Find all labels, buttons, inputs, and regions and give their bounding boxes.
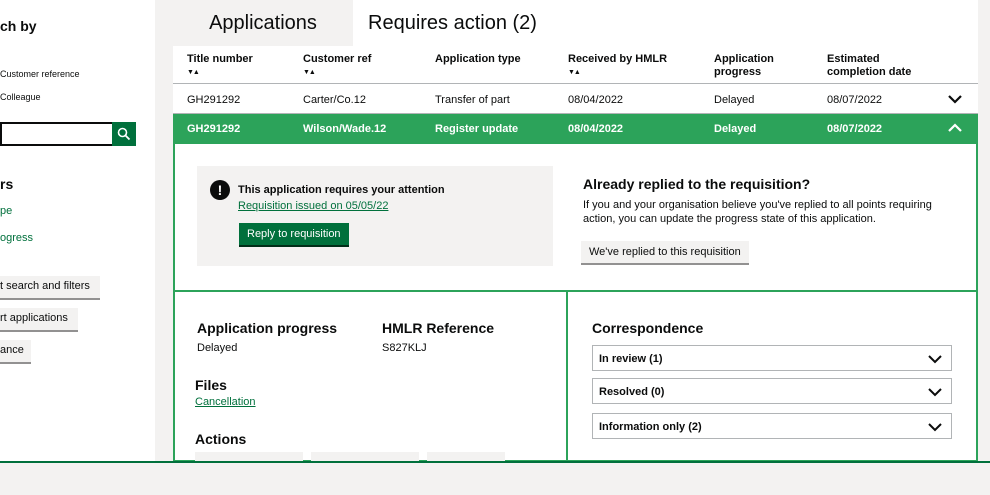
attention-title: This application requires your attention bbox=[238, 184, 445, 196]
accordion-label: In review (1) bbox=[599, 353, 663, 365]
header-customer-ref[interactable]: Customer ref ▼▲ bbox=[303, 53, 371, 79]
radio-colleague[interactable]: Colleague bbox=[0, 92, 41, 102]
cell-received: 08/04/2022 bbox=[568, 123, 624, 135]
accordion-resolved[interactable]: Resolved (0) bbox=[592, 378, 952, 404]
filters-heading: rs bbox=[0, 176, 14, 192]
chevron-down-icon[interactable] bbox=[946, 90, 964, 108]
progress-value: Delayed bbox=[197, 342, 238, 354]
guidance-button[interactable]: ance bbox=[0, 340, 31, 362]
warning-icon: ! bbox=[210, 180, 230, 200]
reply-to-requisition-button[interactable]: Reply to requisition bbox=[239, 223, 349, 245]
tab-requires-action[interactable]: Requires action (2) bbox=[353, 0, 978, 46]
table-row[interactable]: GH291292 Carter/Co.12 Transfer of part 0… bbox=[173, 85, 978, 114]
filter-type-link[interactable]: pe bbox=[0, 205, 12, 217]
cell-completion: 08/07/2022 bbox=[827, 94, 883, 106]
cell-completion: 08/07/2022 bbox=[827, 123, 883, 135]
applications-table: Title number ▼▲ Customer ref ▼▲ Applicat… bbox=[173, 46, 978, 462]
progress-label: Application progress bbox=[197, 320, 338, 336]
accordion-in-review[interactable]: In review (1) bbox=[592, 345, 952, 371]
files-label: Files bbox=[195, 377, 227, 393]
header-application-type: Application type bbox=[435, 53, 521, 65]
accordion-information-only[interactable]: Information only (2) bbox=[592, 413, 952, 439]
divider bbox=[175, 290, 976, 292]
header-received[interactable]: Received by HMLR ▼▲ bbox=[568, 53, 667, 79]
hmlr-reference-label: HMLR Reference bbox=[382, 320, 495, 336]
table-row-expanded[interactable]: GH291292 Wilson/Wade.12 Register update … bbox=[173, 114, 978, 144]
cell-application-type: Transfer of part bbox=[435, 94, 510, 106]
chevron-down-icon bbox=[928, 423, 942, 432]
requisition-link[interactable]: Requisition issued on 05/05/22 bbox=[238, 200, 388, 212]
sort-icon[interactable]: ▼▲ bbox=[568, 66, 667, 79]
header-title-number[interactable]: Title number ▼▲ bbox=[187, 53, 253, 79]
table-header: Title number ▼▲ Customer ref ▼▲ Applicat… bbox=[173, 46, 978, 84]
header-completion: Estimated completion date bbox=[827, 53, 912, 78]
header-progress: Application progress bbox=[714, 53, 774, 78]
divider bbox=[566, 290, 568, 462]
search-input[interactable] bbox=[0, 122, 112, 146]
cell-customer-ref: Wilson/Wade.12 bbox=[303, 123, 387, 135]
already-replied-text: If you and your organisation believe you… bbox=[583, 199, 932, 225]
sort-icon[interactable]: ▼▲ bbox=[303, 66, 371, 79]
search-button[interactable] bbox=[112, 122, 136, 146]
cell-progress: Delayed bbox=[714, 94, 755, 106]
radio-customer-reference[interactable]: Customer reference bbox=[0, 69, 80, 79]
correspondence-label: Correspondence bbox=[592, 320, 704, 336]
expanded-details-panel: ! This application requires your attenti… bbox=[173, 144, 978, 462]
actions-label: Actions bbox=[195, 431, 247, 447]
hmlr-reference-value: S827KLJ bbox=[382, 342, 427, 354]
footer-area bbox=[0, 463, 990, 495]
search-heading: ch by bbox=[0, 18, 37, 34]
cell-application-type: Register update bbox=[435, 123, 519, 135]
tab-applications[interactable]: Applications bbox=[173, 0, 353, 46]
already-replied-heading: Already replied to the requisition? bbox=[583, 176, 811, 192]
chevron-down-icon bbox=[928, 355, 942, 364]
accordion-label: Resolved (0) bbox=[599, 386, 665, 398]
cell-customer-ref: Carter/Co.12 bbox=[303, 94, 366, 106]
chevron-up-icon[interactable] bbox=[946, 119, 964, 137]
reset-search-button[interactable]: t search and filters bbox=[0, 276, 100, 298]
chevron-down-icon bbox=[928, 388, 942, 397]
cell-title-number: GH291292 bbox=[187, 123, 241, 135]
accordion-label: Information only (2) bbox=[599, 421, 702, 433]
cell-title-number: GH291292 bbox=[187, 94, 241, 106]
attention-box: ! This application requires your attenti… bbox=[197, 166, 553, 266]
export-applications-button[interactable]: rt applications bbox=[0, 308, 78, 330]
sidebar: ch by Customer reference Colleague rs pe… bbox=[0, 0, 155, 462]
replied-to-requisition-button[interactable]: We've replied to this requisition bbox=[581, 241, 749, 263]
file-link-cancellation[interactable]: Cancellation bbox=[195, 396, 256, 408]
cell-received: 08/04/2022 bbox=[568, 94, 624, 106]
sort-icon[interactable]: ▼▲ bbox=[187, 66, 253, 79]
cell-progress: Delayed bbox=[714, 123, 757, 135]
filter-progress-link[interactable]: ogress bbox=[0, 232, 33, 244]
search-icon bbox=[117, 127, 131, 141]
